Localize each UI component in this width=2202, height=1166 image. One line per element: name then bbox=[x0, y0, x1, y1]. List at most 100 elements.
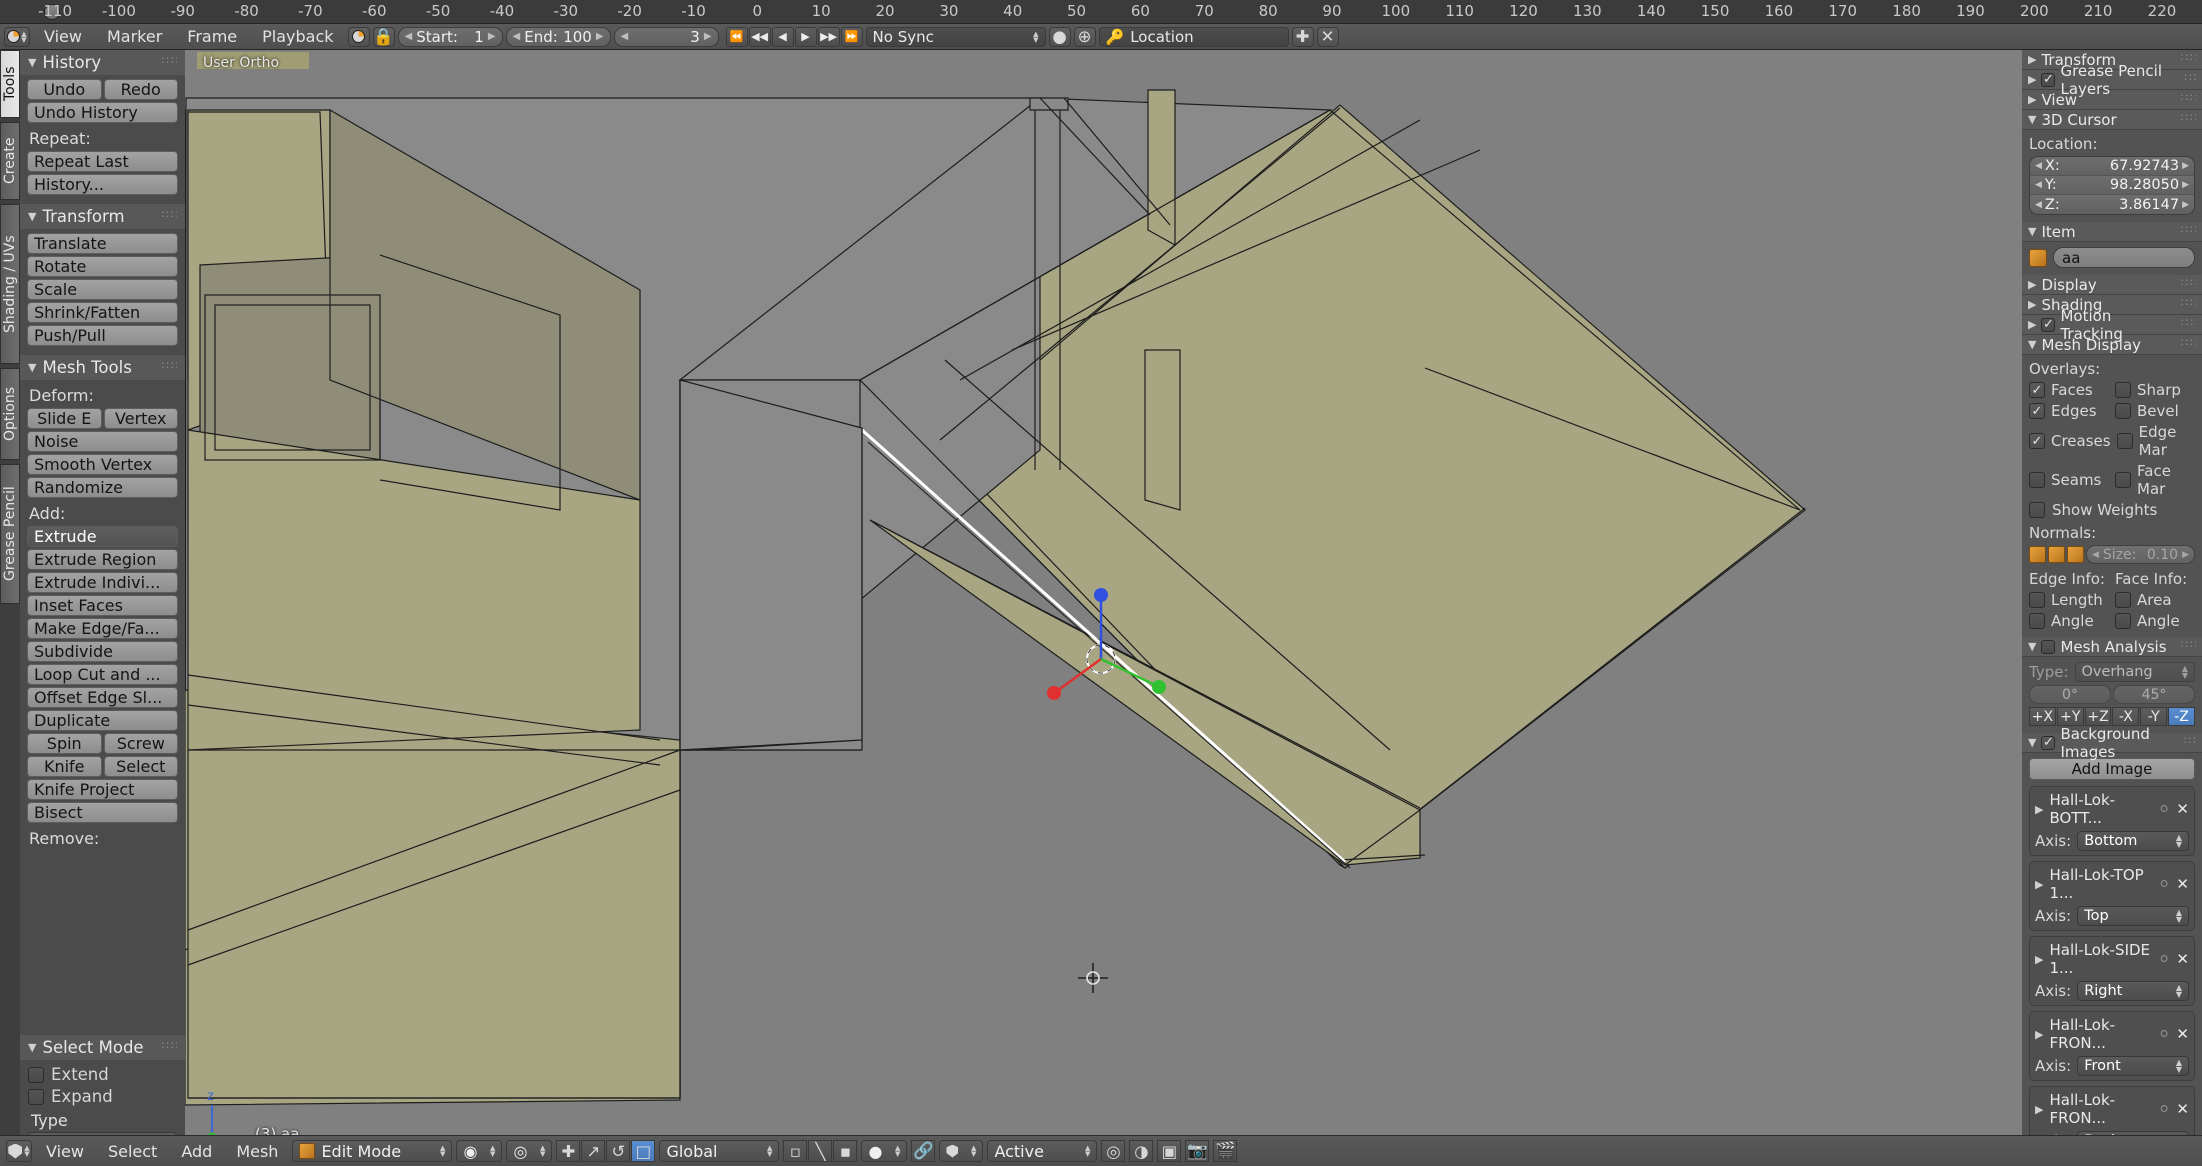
face-area-checkbox[interactable] bbox=[2115, 592, 2131, 608]
axis-minus-y-button[interactable]: -Y bbox=[2140, 707, 2168, 726]
interaction-mode-dropdown[interactable]: Edit Mode ▲ ▼ bbox=[292, 1140, 453, 1162]
editor-type-icon[interactable]: ▲ ▼ bbox=[6, 1140, 32, 1162]
duplicate-button[interactable]: Duplicate bbox=[27, 710, 178, 731]
face-select-mode-icon[interactable]: ▪ bbox=[833, 1140, 858, 1162]
knife-project-button[interactable]: Knife Project bbox=[27, 779, 178, 800]
close-icon[interactable]: ✕ bbox=[2176, 1100, 2189, 1118]
previous-keyframe-button[interactable]: ◀◀ bbox=[748, 26, 771, 47]
transform-orientation-dropdown[interactable]: Global ▲ ▼ bbox=[659, 1140, 780, 1162]
object-name-field[interactable]: aa bbox=[2053, 247, 2195, 268]
proportional-falloff-icon[interactable]: ◑ bbox=[1129, 1140, 1154, 1162]
overlay-edge-marks-checkbox[interactable] bbox=[2116, 433, 2133, 449]
edge-length-checkbox[interactable] bbox=[2029, 592, 2045, 608]
background-image-axis-dropdown[interactable]: Bottom ▲ ▼ bbox=[2077, 831, 2189, 851]
close-icon[interactable]: ✕ bbox=[2176, 875, 2189, 893]
background-image-axis-dropdown[interactable]: Front ▲ ▼ bbox=[2077, 1056, 2189, 1076]
rotate-manipulator-icon[interactable]: ↺ bbox=[606, 1140, 631, 1162]
chevron-right-icon[interactable]: ▶ bbox=[2182, 550, 2189, 560]
tab-grease-pencil[interactable]: Grease Pencil bbox=[0, 464, 20, 604]
cursor-z-field[interactable]: ◀ Z: 3.86147 ▶ bbox=[2030, 195, 2194, 214]
timeline-menu-frame[interactable]: Frame bbox=[176, 25, 248, 48]
timeline-menu-playback[interactable]: Playback bbox=[251, 25, 344, 48]
viewport-3d[interactable]: .f { fill:#a8a682; stroke:#1d1d1d; strok… bbox=[0, 50, 2202, 1143]
viewport-menu-select[interactable]: Select bbox=[98, 1140, 167, 1163]
repeat-last-button[interactable]: Repeat Last bbox=[27, 151, 178, 172]
edge-slide-button[interactable]: Slide E bbox=[27, 408, 102, 429]
tab-options[interactable]: Options bbox=[0, 368, 20, 460]
normals-size-field[interactable]: ◀ Size: 0.10 ▶ bbox=[2086, 545, 2195, 564]
panel-header-history[interactable]: ▼ History :::: bbox=[20, 50, 185, 75]
chevron-right-icon[interactable]: ▶ bbox=[596, 31, 604, 42]
chevron-right-icon[interactable]: ▶ bbox=[2182, 200, 2189, 210]
motion-tracking-enable-checkbox[interactable]: ✓ bbox=[2041, 317, 2056, 332]
tab-tools[interactable]: Tools bbox=[0, 50, 20, 118]
panel-header-item[interactable]: ▼ Item :::: bbox=[2022, 222, 2202, 242]
chevron-right-icon[interactable]: ▶ bbox=[2035, 878, 2043, 891]
close-icon[interactable]: ✕ bbox=[2176, 950, 2189, 968]
shrink-fatten-button[interactable]: Shrink/Fatten bbox=[27, 302, 178, 323]
screw-button[interactable]: Screw bbox=[103, 733, 178, 754]
loop-cut-button[interactable]: Loop Cut and ... bbox=[27, 664, 178, 685]
eye-icon[interactable]: ⚪ bbox=[2158, 1100, 2171, 1118]
smooth-vertex-button[interactable]: Smooth Vertex bbox=[27, 454, 178, 475]
inset-faces-button[interactable]: Inset Faces bbox=[27, 595, 178, 616]
axis-minus-x-button[interactable]: -X bbox=[2112, 707, 2140, 726]
panel-header-mesh-analysis[interactable]: ▼ Mesh Analysis :::: bbox=[2022, 637, 2202, 657]
push-pull-button[interactable]: Push/Pull bbox=[27, 325, 178, 346]
occlude-geometry-icon[interactable]: ▣ bbox=[1157, 1140, 1182, 1162]
panel-header-display[interactable]: ▶ Display :::: bbox=[2022, 275, 2202, 295]
jump-to-end-button[interactable]: ⏩ bbox=[840, 26, 863, 47]
panel-header-motion-tracking[interactable]: ▶ ✓ Motion Tracking :::: bbox=[2022, 307, 2202, 343]
vertex-select-mode-icon[interactable]: ▫ bbox=[783, 1140, 808, 1162]
snap-with-dropdown[interactable]: Active ▲ ▼ bbox=[987, 1140, 1098, 1162]
next-keyframe-button[interactable]: ▶▶ bbox=[817, 26, 840, 47]
viewport-menu-mesh[interactable]: Mesh bbox=[226, 1140, 288, 1163]
grease-pencil-enable-checkbox[interactable]: ✓ bbox=[2041, 72, 2056, 87]
axis-minus-z-button[interactable]: -Z bbox=[2168, 707, 2195, 726]
start-frame-field[interactable]: ◀ Start: 1 ▶ bbox=[397, 26, 503, 47]
background-image-axis-dropdown[interactable]: Right ▲ ▼ bbox=[2077, 981, 2189, 1001]
timeline-menu-marker[interactable]: Marker bbox=[96, 25, 173, 48]
sync-mode-dropdown[interactable]: No Sync ▲ ▼ bbox=[865, 26, 1046, 47]
offset-edge-slide-button[interactable]: Offset Edge Sl... bbox=[27, 687, 178, 708]
close-icon[interactable]: ✕ bbox=[2176, 1025, 2189, 1043]
panel-header-background-images[interactable]: ▼ ✓ Background Images :::: bbox=[2022, 725, 2202, 761]
vertex-slide-button[interactable]: Vertex bbox=[103, 408, 178, 429]
bisect-button[interactable]: Bisect bbox=[27, 802, 178, 823]
eye-icon[interactable]: ⚪ bbox=[2158, 800, 2171, 818]
panel-header-3d-cursor[interactable]: ▼ 3D Cursor :::: bbox=[2022, 110, 2202, 130]
lock-icon[interactable]: 🔒 bbox=[372, 26, 395, 47]
show-weights-checkbox[interactable] bbox=[2029, 502, 2045, 518]
history-dialog-button[interactable]: History... bbox=[27, 174, 178, 195]
close-icon[interactable]: ✕ bbox=[2176, 800, 2189, 818]
auto-keyframe-icon[interactable] bbox=[347, 26, 370, 47]
scale-manipulator-icon[interactable]: □ bbox=[631, 1140, 656, 1162]
undo-button[interactable]: Undo bbox=[27, 79, 102, 100]
chevron-right-icon[interactable]: ▶ bbox=[2182, 180, 2189, 190]
current-frame-field[interactable]: ◀ 3 ▶ bbox=[613, 26, 719, 47]
undo-history-button[interactable]: Undo History bbox=[27, 102, 178, 123]
chevron-right-icon[interactable]: ▶ bbox=[2182, 161, 2189, 171]
extrude-region-button[interactable]: Extrude Region bbox=[27, 549, 178, 570]
chevron-left-icon[interactable]: ◀ bbox=[405, 31, 413, 42]
chevron-right-icon[interactable]: ▶ bbox=[2035, 953, 2043, 966]
analysis-max-field[interactable]: 45° bbox=[2113, 685, 2195, 704]
rotate-button[interactable]: Rotate bbox=[27, 256, 178, 277]
viewport-shading-dropdown[interactable]: ◉ ▲ ▼ bbox=[456, 1140, 503, 1162]
axis-plus-y-button[interactable]: +Y bbox=[2056, 707, 2084, 726]
chevron-left-icon[interactable]: ◀ bbox=[2035, 200, 2042, 210]
manipulator-toggle-icon[interactable]: ✚ bbox=[556, 1140, 581, 1162]
translate-button[interactable]: Translate bbox=[27, 233, 178, 254]
panel-header-mesh-tools[interactable]: ▼ Mesh Tools :::: bbox=[20, 355, 185, 380]
redo-button[interactable]: Redo bbox=[103, 79, 178, 100]
timeline-ruler[interactable]: -110 -100 -90 -80 -70 -60 -50 -40 -30 -20 -10 0 10 20… bbox=[0, 0, 2202, 24]
snap-target-dropdown[interactable]: ● ▲ ▼ bbox=[861, 1140, 908, 1162]
chevron-left-icon[interactable]: ◀ bbox=[2035, 161, 2042, 171]
chevron-right-icon[interactable]: ▶ bbox=[2035, 1103, 2043, 1116]
chevron-right-icon[interactable]: ▶ bbox=[2035, 1028, 2043, 1041]
snap-element-dropdown[interactable]: ▲ ▼ bbox=[939, 1140, 984, 1162]
snap-magnet-icon[interactable]: 🔗 bbox=[911, 1140, 936, 1162]
panel-header-transform[interactable]: ▼ Transform :::: bbox=[20, 204, 185, 229]
overlay-sharp-checkbox[interactable] bbox=[2115, 382, 2131, 398]
overlay-edges-checkbox[interactable]: ✓ bbox=[2029, 403, 2045, 419]
